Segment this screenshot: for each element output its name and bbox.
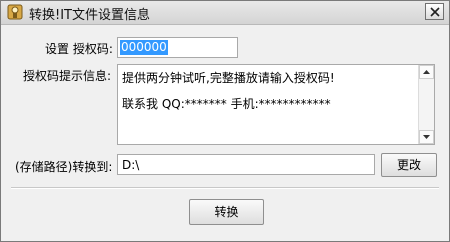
app-icon [7, 4, 23, 20]
auth-code-label: 设置 授权码: [45, 42, 113, 56]
close-button[interactable] [425, 3, 444, 20]
hint-line-2: 联系我 QQ:******* 手机:************ [122, 97, 331, 111]
close-icon [430, 7, 440, 17]
path-input[interactable]: D:\ [117, 154, 375, 175]
change-path-button[interactable]: 更改 [381, 153, 437, 177]
path-label: (存储路径)转换到: [15, 160, 113, 174]
scroll-up-button[interactable] [419, 65, 434, 79]
convert-button[interactable]: 转换 [189, 199, 264, 225]
title-bar[interactable]: 转换!IT文件设置信息 [1, 1, 449, 25]
separator [11, 187, 439, 189]
hint-scrollbar[interactable] [418, 65, 434, 144]
hint-textarea[interactable]: 提供两分钟试听,完整播放请输入授权码! 联系我 QQ:******* 手机:**… [117, 64, 435, 145]
auth-code-input[interactable]: 000000 [117, 37, 238, 58]
scroll-down-button[interactable] [419, 130, 434, 144]
auth-code-value: 000000 [120, 40, 168, 55]
window-title: 转换!IT文件设置信息 [29, 8, 150, 23]
hint-line-1: 提供两分钟试听,完整播放请输入授权码! [122, 71, 335, 85]
chevron-up-icon [423, 70, 430, 74]
hint-label: 授权码提示信息: [23, 69, 112, 83]
dialog-window: 转换!IT文件设置信息 设置 授权码: 000000 授权码提示信息: 提供两分… [0, 0, 450, 242]
path-value: D:\ [122, 158, 140, 172]
chevron-down-icon [423, 135, 430, 139]
